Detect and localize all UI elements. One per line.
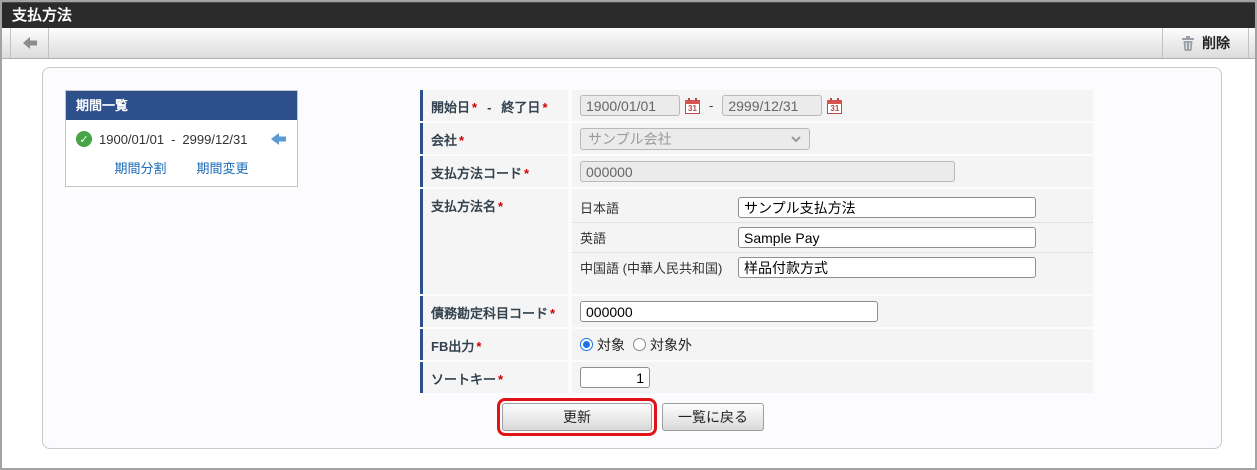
name-input-chinese[interactable]	[738, 257, 1036, 278]
sort-key-label: ソートキー *	[420, 362, 568, 393]
back-button[interactable]	[10, 28, 49, 58]
period-date-separator: -	[171, 131, 176, 147]
period-list-header: 期間一覧	[66, 91, 297, 120]
period-change-link[interactable]: 期間変更	[197, 158, 249, 177]
code-label: 支払方法コード *	[420, 156, 568, 187]
name-input-english[interactable]	[738, 227, 1036, 248]
lang-label-chinese: 中国語 (中華人民共和国)	[580, 261, 723, 276]
period-links: 期間分割 期間変更	[76, 158, 287, 177]
period-end-date: 2999/12/31	[182, 131, 248, 147]
radio-unselected-icon	[633, 338, 646, 351]
payment-method-screen: 支払方法 削除 期間一覧 ✓ 1900/01/01 - 2999/12/31 期…	[0, 0, 1257, 470]
company-select-value: サンプル会社	[588, 130, 672, 147]
lang-label-english: 英語	[580, 231, 607, 246]
page-title: 支払方法	[12, 7, 73, 24]
end-date-input	[722, 95, 823, 116]
payment-method-form: 開始日*-終了日* 31 - 31	[420, 90, 1093, 395]
name-row-chinese: 中国語 (中華人民共和国)	[572, 252, 1093, 282]
lang-label-japanese: 日本語	[580, 201, 620, 216]
toolbar-right-group: 削除	[1162, 28, 1255, 58]
form-row-sort-key: ソートキー *	[420, 362, 1093, 393]
form-actions: 更新 一覧に戻る	[43, 398, 1223, 436]
form-row-code: 支払方法コード *	[420, 156, 1093, 187]
required-mark: *	[476, 339, 482, 354]
date-range-separator: -	[709, 98, 714, 113]
payment-method-code-input	[580, 161, 955, 182]
form-row-names: 支払方法名* 日本語 英語 中国語 (中華人民共和国)	[420, 189, 1093, 294]
name-row-english: 英語	[572, 222, 1093, 252]
required-mark: *	[550, 306, 556, 321]
delete-button-label: 削除	[1202, 35, 1230, 51]
back-arrow-icon	[22, 37, 37, 49]
start-date-input	[580, 95, 680, 116]
dates-label: 開始日 * - 終了日 *	[420, 90, 568, 121]
account-code-label: 債務勘定科目コード *	[420, 296, 568, 327]
required-mark: *	[542, 100, 548, 115]
name-label: 支払方法名 *	[420, 189, 568, 294]
company-label: 会社 *	[420, 123, 568, 154]
form-row-dates: 開始日*-終了日* 31 - 31	[420, 90, 1093, 121]
required-mark: *	[498, 199, 504, 214]
period-list-panel: 期間一覧 ✓ 1900/01/01 - 2999/12/31 期間分割 期間変更	[65, 90, 298, 187]
form-row-fb-output: FB出力 * 対象 対象外	[420, 329, 1093, 360]
form-card: 期間一覧 ✓ 1900/01/01 - 2999/12/31 期間分割 期間変更	[42, 67, 1222, 449]
required-mark: *	[524, 166, 530, 181]
trash-icon	[1182, 36, 1194, 51]
form-row-account-code: 債務勘定科目コード *	[420, 296, 1093, 327]
chevron-down-icon	[791, 135, 801, 142]
fb-output-label: FB出力 *	[420, 329, 568, 360]
sort-key-input[interactable]	[580, 367, 650, 388]
name-row-japanese: 日本語	[572, 193, 1093, 222]
account-code-input[interactable]	[580, 301, 878, 322]
period-start-date: 1900/01/01	[99, 131, 165, 147]
form-row-company: 会社 * サンプル会社	[420, 123, 1093, 154]
end-date-calendar-icon[interactable]: 31	[827, 97, 843, 114]
start-date-calendar-icon[interactable]: 31	[685, 97, 700, 114]
required-mark: *	[498, 372, 504, 387]
check-circle-icon: ✓	[76, 131, 92, 147]
delete-button[interactable]: 削除	[1163, 28, 1248, 58]
radio-option-not-target[interactable]: 対象外	[633, 335, 692, 355]
content-area: 期間一覧 ✓ 1900/01/01 - 2999/12/31 期間分割 期間変更	[2, 59, 1255, 468]
required-mark: *	[472, 100, 478, 115]
back-to-list-button[interactable]: 一覧に戻る	[662, 403, 764, 431]
toolbar: 削除	[2, 28, 1255, 59]
selected-period-arrow-icon	[271, 133, 286, 145]
radio-selected-icon	[580, 338, 593, 351]
period-split-link[interactable]: 期間分割	[114, 158, 166, 177]
fb-output-radio-group: 対象 対象外	[580, 335, 700, 355]
period-row: ✓ 1900/01/01 - 2999/12/31	[76, 131, 287, 147]
name-input-japanese[interactable]	[738, 197, 1036, 218]
page-title-bar: 支払方法	[2, 2, 1255, 28]
company-select: サンプル会社	[580, 127, 810, 150]
required-mark: *	[459, 133, 465, 148]
radio-option-target[interactable]: 対象	[580, 335, 625, 355]
update-button[interactable]: 更新	[497, 398, 657, 436]
